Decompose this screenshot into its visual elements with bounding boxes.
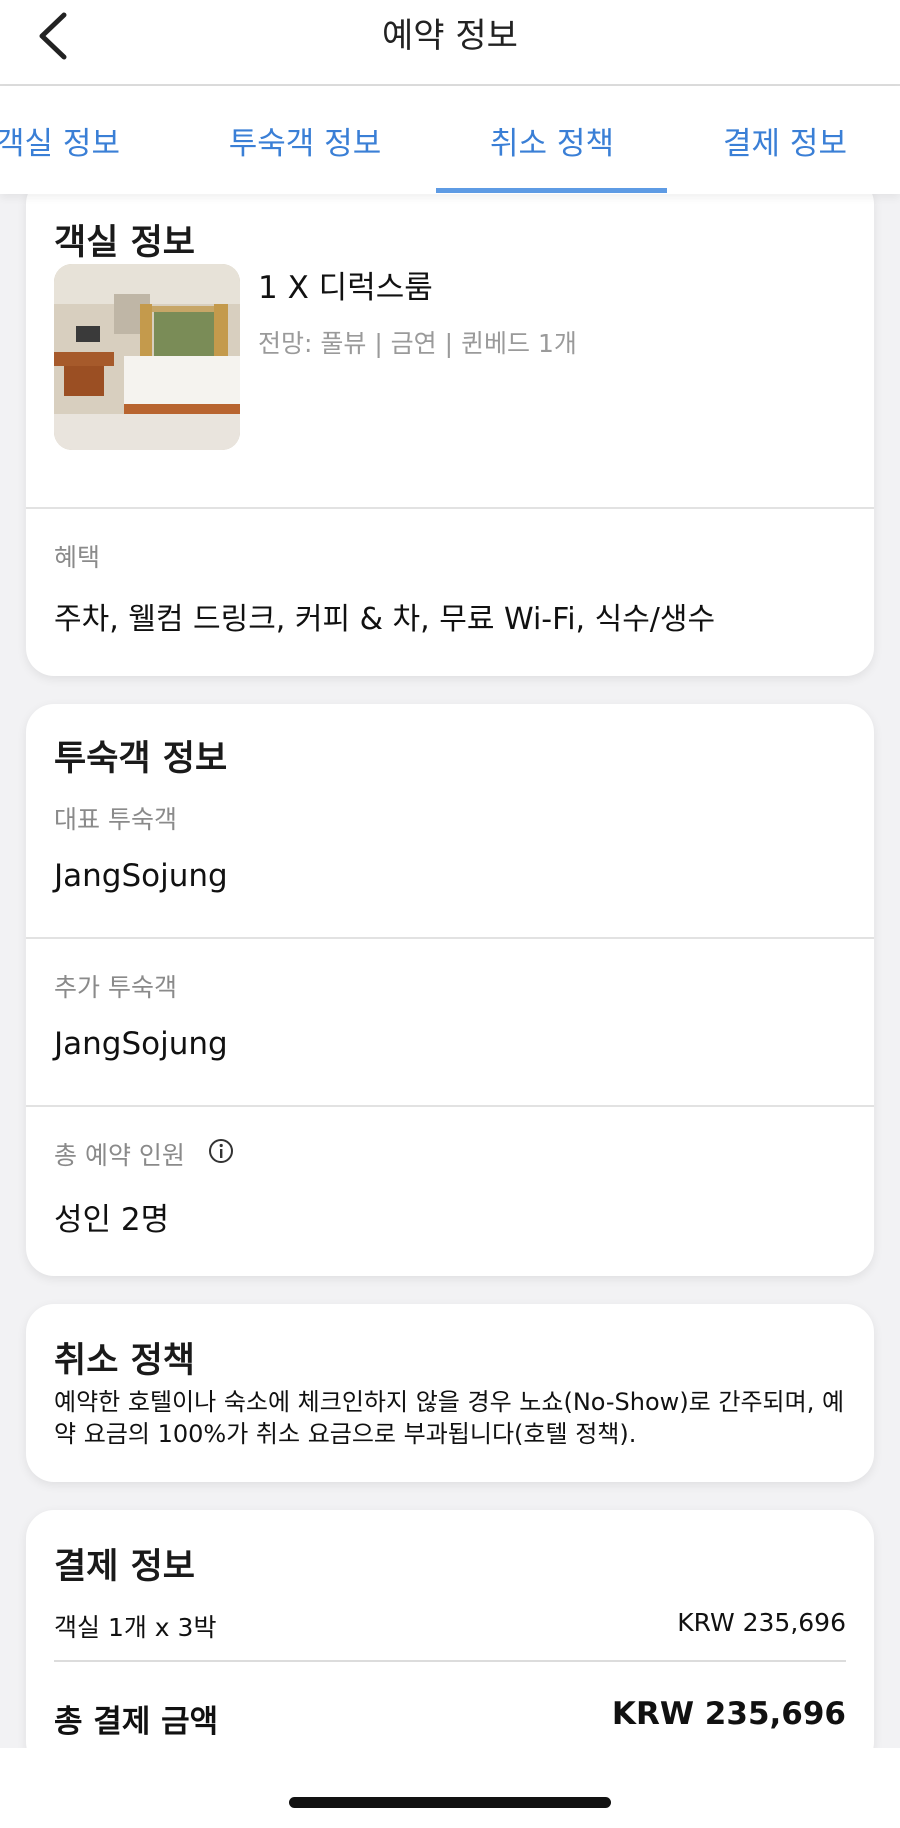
total-payment-amount: KRW 235,696	[611, 1696, 846, 1732]
total-payment-label: 총 결제 금액	[54, 1704, 219, 1740]
room-charge-label: 객실 1개 x 3박	[54, 1613, 217, 1642]
chevron-left-icon	[39, 12, 67, 60]
back-button[interactable]	[28, 8, 78, 64]
extra-guest-value: JangSojung	[54, 1026, 228, 1062]
room-name: 1 X 디럭스룸	[258, 270, 433, 306]
room-charge-amount: KRW 235,696	[677, 1608, 846, 1637]
payment-divider	[54, 1660, 846, 1662]
cancel-policy-card: 취소 정책 예약한 호텔이나 숙소에 체크인하지 않을 경우 노쇼(No-Sho…	[26, 1304, 874, 1482]
tab-cancel-policy[interactable]: 취소 정책	[452, 86, 652, 194]
tab-guest-info[interactable]: 투숙객 정보	[215, 86, 395, 194]
extra-guest-label: 추가 투숙객	[54, 973, 177, 1002]
room-info-card: 객실 정보 1 X 디럭스룸 전망: 풀뷰 | 금연 | 퀸베드 1개 혜택 주…	[26, 176, 874, 676]
active-tab-indicator	[436, 188, 667, 193]
room-divider	[26, 507, 874, 509]
tab-payment-info[interactable]: 결제 정보	[700, 86, 870, 194]
home-indicator	[289, 1797, 611, 1808]
room-charge-row: 객실 1개 x 3박 KRW 235,696	[54, 1608, 846, 1644]
benefits-value: 주차, 웰컴 드링크, 커피 & 차, 무료 Wi-Fi, 식수/생수	[54, 602, 716, 637]
total-guests-value: 성인 2명	[54, 1202, 170, 1238]
total-payment-row: 총 결제 금액 KRW 235,696	[54, 1696, 846, 1741]
room-photo-illustration	[54, 264, 240, 450]
room-photo	[54, 264, 240, 450]
header-bar: 예약 정보	[0, 0, 900, 86]
guest-divider-2	[26, 1105, 874, 1107]
bottom-safe-area	[0, 1748, 900, 1828]
benefits-label: 혜택	[54, 543, 101, 572]
cancel-policy-text: 예약한 호텔이나 숙소에 체크인하지 않을 경우 노쇼(No-Show)로 간주…	[54, 1388, 845, 1448]
room-section-title: 객실 정보	[54, 223, 195, 263]
guest-info-card: 투숙객 정보 대표 투숙객 JangSojung 추가 투숙객 JangSoju…	[26, 704, 874, 1276]
main-guest-label: 대표 투숙객	[54, 805, 177, 834]
cancel-section-title: 취소 정책	[54, 1341, 195, 1381]
main-guest-value: JangSojung	[54, 858, 228, 894]
room-details: 전망: 풀뷰 | 금연 | 퀸베드 1개	[258, 329, 577, 358]
payment-section-title: 결제 정보	[54, 1547, 195, 1587]
page-title: 예약 정보	[382, 15, 518, 56]
section-tabs: 객실 정보 투숙객 정보 취소 정책 결제 정보	[0, 86, 900, 194]
info-circle-icon[interactable]	[208, 1138, 234, 1164]
payment-info-card: 결제 정보 객실 1개 x 3박 KRW 235,696 총 결제 금액 KRW…	[26, 1510, 874, 1770]
guest-section-title: 투숙객 정보	[54, 739, 228, 779]
total-guests-label: 총 예약 인원	[54, 1141, 185, 1170]
guest-divider-1	[26, 937, 874, 939]
tab-room-info[interactable]: 객실 정보	[0, 86, 128, 194]
